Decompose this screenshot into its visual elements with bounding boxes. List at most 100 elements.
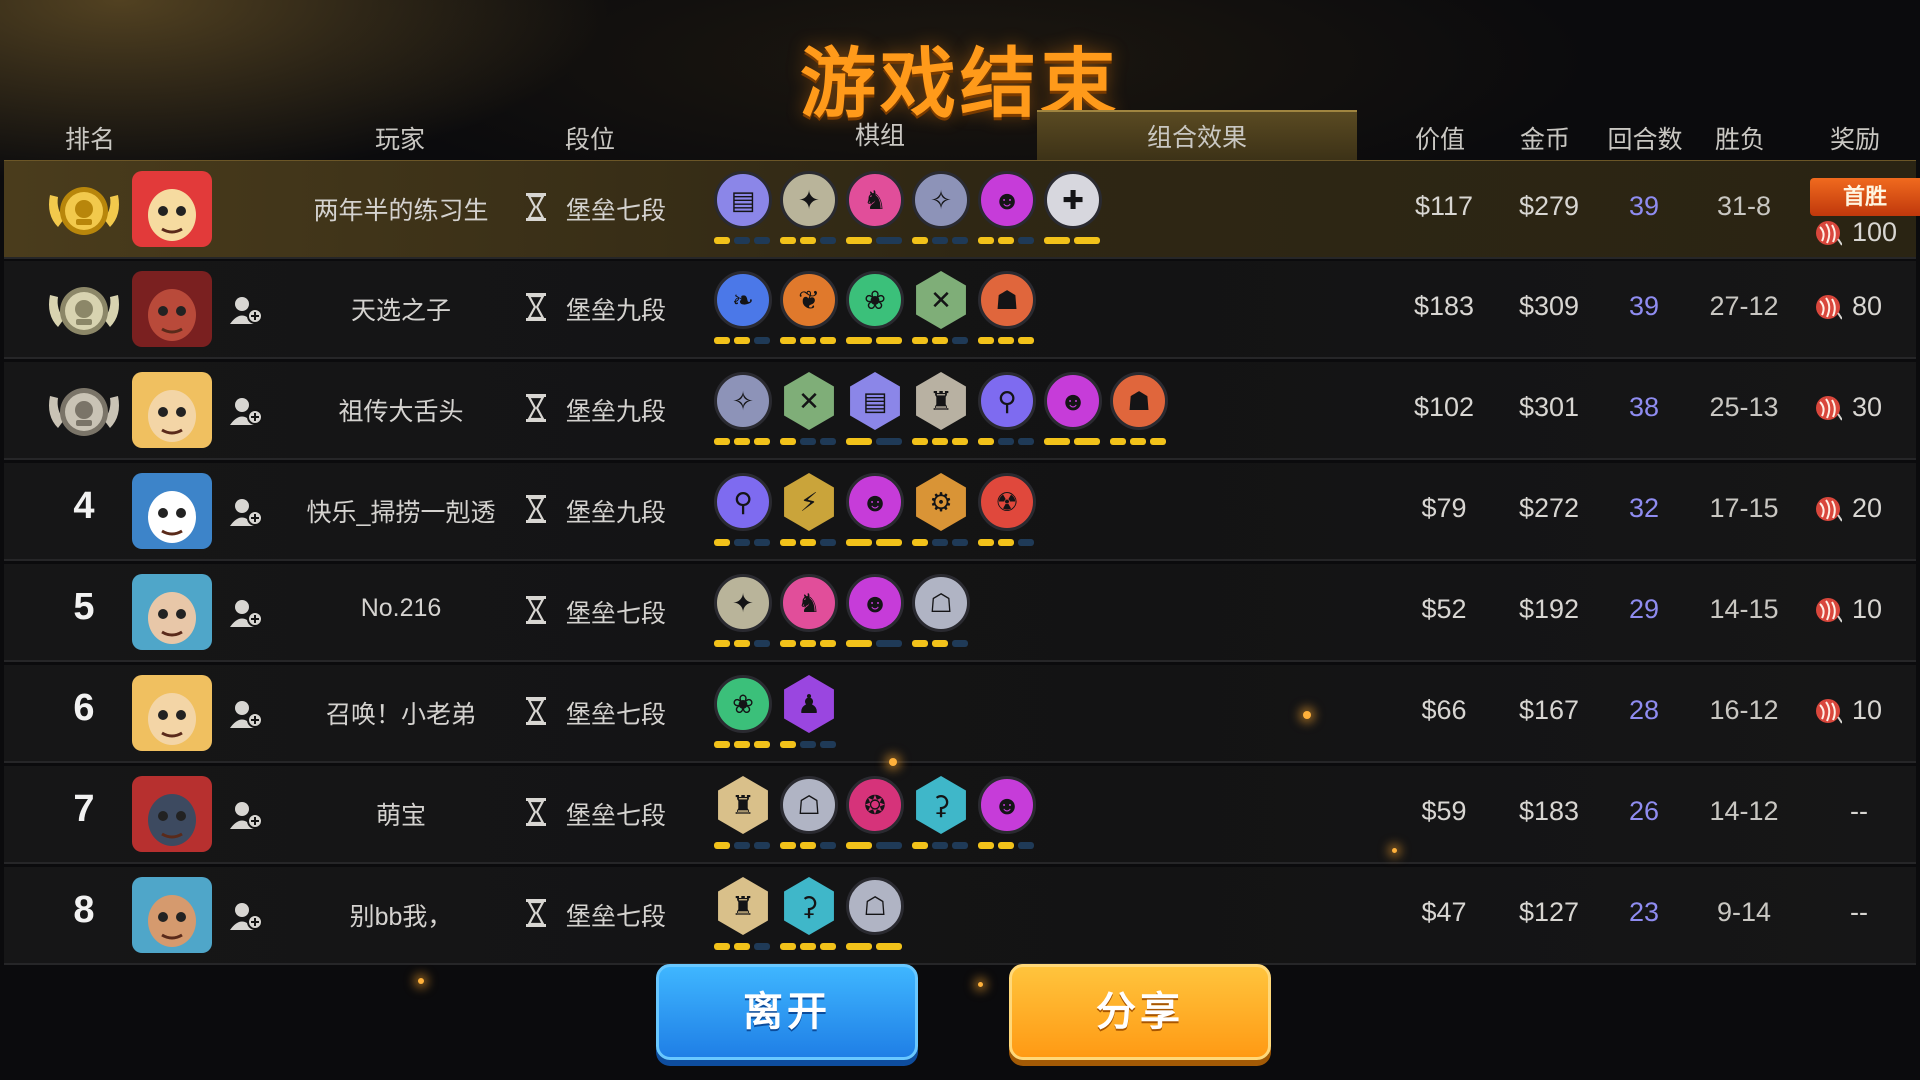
synergy-progress-segment — [1044, 237, 1070, 244]
synergy-progress-segment — [912, 438, 928, 445]
sparkle — [1303, 711, 1311, 719]
synergy-progress-segment — [780, 842, 796, 849]
add-friend-icon[interactable] — [230, 699, 264, 729]
avatar[interactable] — [132, 877, 212, 953]
hourglass-icon — [524, 596, 548, 624]
synergy-progress-segment — [1018, 337, 1034, 344]
share-button[interactable]: 分享 — [1009, 964, 1271, 1060]
synergy-progress-segment — [820, 842, 836, 849]
synergy-icon[interactable]: ♜ — [916, 372, 966, 430]
header-lineup[interactable]: 棋组 — [830, 116, 930, 152]
synergy-icon[interactable]: ☢ — [978, 473, 1036, 531]
synergy-icon[interactable]: ✧ — [714, 372, 772, 430]
avatar[interactable] — [132, 776, 212, 852]
synergy-icon[interactable]: ☻ — [978, 776, 1036, 834]
synergy-list: ⚲ ⚡ ☻ ⚙ ☢ — [714, 473, 1214, 553]
synergy-icon[interactable]: ♞ — [780, 574, 838, 632]
synergy-icon[interactable]: ▤ — [714, 171, 772, 229]
synergy-icon[interactable]: ✚ — [1044, 171, 1102, 229]
synergy-icon[interactable]: ☗ — [978, 271, 1036, 329]
synergy-icon[interactable]: ☻ — [978, 171, 1036, 229]
synergy-icon[interactable]: ♞ — [846, 171, 904, 229]
sparkle — [418, 978, 424, 984]
synergy-icon[interactable]: ✦ — [780, 171, 838, 229]
synergy-icon[interactable]: ☖ — [780, 776, 838, 834]
synergy-progress-segment — [820, 640, 836, 647]
avatar[interactable] — [132, 473, 212, 549]
avatar[interactable] — [132, 171, 212, 247]
player-name: 天选之子 — [350, 297, 451, 325]
table-row[interactable]: 祖传大舌头 堡垒九段 ✧ ✕ ▤ ♜ ⚲ ☻ ☗ $102 $301 38 25-13 30 — [4, 362, 1916, 460]
synergy-icon[interactable]: ⚲ — [714, 473, 772, 531]
synergy-progress-segment — [800, 741, 816, 748]
synergy-progress-segment — [978, 842, 994, 849]
synergy-icon[interactable]: ✕ — [784, 372, 834, 430]
table-row[interactable]: 天选之子 堡垒九段 ❧ ❦ ❀ ✕ ☗ $183 $309 39 27-12 80 — [4, 261, 1916, 359]
synergy-icon[interactable]: ❀ — [714, 675, 772, 733]
synergy-progress-segment — [820, 539, 836, 546]
synergy-icon[interactable]: ☻ — [1044, 372, 1102, 430]
table-row[interactable]: 5 No.216 堡垒七段 ✦ ♞ ☻ ☖ $52 $192 29 14-15 10 — [4, 564, 1916, 662]
tier: 堡垒九段 — [524, 390, 684, 426]
synergy-progress-segment — [714, 438, 730, 445]
synergy-icon[interactable]: ♜ — [718, 776, 768, 834]
first-win-badge: 首胜 — [1810, 178, 1920, 216]
candy-orb-icon — [1814, 697, 1843, 725]
synergy-icon[interactable]: ❂ — [846, 776, 904, 834]
hourglass-icon — [524, 293, 548, 321]
tier-label: 堡垒七段 — [566, 802, 667, 830]
synergy-icon[interactable]: ✦ — [714, 574, 772, 632]
synergy-progress-segment — [846, 943, 872, 950]
rounds-cell: 28 — [1628, 695, 1660, 725]
synergy-progress-segment — [952, 337, 968, 344]
synergy-icon[interactable]: ❧ — [714, 271, 772, 329]
synergy-icon[interactable]: ☖ — [912, 574, 970, 632]
avatar[interactable] — [132, 675, 212, 751]
synergy-icon[interactable]: ⚲ — [978, 372, 1036, 430]
value-cell: $47 — [1421, 897, 1467, 927]
add-friend-icon[interactable] — [230, 800, 264, 830]
rounds-cell: 38 — [1628, 392, 1660, 422]
synergy-progress-segment — [754, 237, 770, 244]
synergy-icon[interactable]: ☖ — [846, 877, 904, 935]
value-cell: $79 — [1421, 493, 1467, 523]
avatar[interactable] — [132, 574, 212, 650]
rank-number: 6 — [73, 687, 95, 729]
table-row[interactable]: 6 召唤！小老弟 堡垒七段 ❀ ♟ $66 $167 28 16-12 10 — [4, 665, 1916, 763]
table-row[interactable]: 4 快乐_掃捞一剋透 堡垒九段 ⚲ ⚡ ☻ ⚙ ☢ $79 $272 32 17-15 20 — [4, 463, 1916, 561]
add-friend-icon[interactable] — [230, 295, 264, 325]
synergy-icon[interactable]: ❦ — [780, 271, 838, 329]
add-friend-icon[interactable] — [230, 598, 264, 628]
synergy-icon[interactable]: ⚡ — [784, 473, 834, 531]
table-row[interactable]: 7 萌宝 堡垒七段 ♜ ☖ ❂ ⚳ ☻ $59 $183 26 14-12 -- — [4, 766, 1916, 864]
add-friend-icon[interactable] — [230, 396, 264, 426]
synergy-progress-segment — [912, 640, 928, 647]
synergy-icon[interactable]: ❀ — [846, 271, 904, 329]
synergy-icon[interactable]: ☗ — [1110, 372, 1168, 430]
reward-amount: 80 — [1852, 291, 1883, 321]
header-combo[interactable]: 组合效果 — [1137, 118, 1257, 154]
synergy-progress-segment — [978, 539, 994, 546]
table-row[interactable]: 两年半的练习生 堡垒七段 ▤ ✦ ♞ ✧ ☻ ✚ $117 $279 39 31-8 首胜 100 — [4, 160, 1920, 259]
reward-cell: 100 — [1804, 217, 1914, 253]
table-row[interactable]: 8 别bb我， 堡垒七段 ♜ ⚳ ☖ $47 $127 23 9-14 -- — [4, 867, 1916, 965]
synergy-icon[interactable]: ☻ — [846, 574, 904, 632]
synergy-icon[interactable]: ⚳ — [916, 776, 966, 834]
synergy-icon[interactable]: ⚙ — [916, 473, 966, 531]
synergy-progress-segment — [780, 741, 796, 748]
synergy-icon[interactable]: ♟ — [784, 675, 834, 733]
avatar[interactable] — [132, 271, 212, 347]
synergy-progress-segment — [978, 337, 994, 344]
add-friend-icon[interactable] — [230, 497, 264, 527]
table-header: 排名 玩家 段位 棋组 组合效果 价值 金币 回合数 胜负 奖励 — [0, 110, 1920, 164]
avatar[interactable] — [132, 372, 212, 448]
leave-button[interactable]: 离开 — [656, 964, 918, 1060]
add-friend-icon[interactable] — [230, 901, 264, 931]
synergy-icon[interactable]: ☻ — [846, 473, 904, 531]
synergy-icon[interactable]: ▤ — [850, 372, 900, 430]
synergy-icon[interactable]: ✧ — [912, 171, 970, 229]
reward-cell: 80 — [1804, 291, 1914, 327]
synergy-icon[interactable]: ♜ — [718, 877, 768, 935]
synergy-icon[interactable]: ✕ — [916, 271, 966, 329]
synergy-icon[interactable]: ⚳ — [784, 877, 834, 935]
